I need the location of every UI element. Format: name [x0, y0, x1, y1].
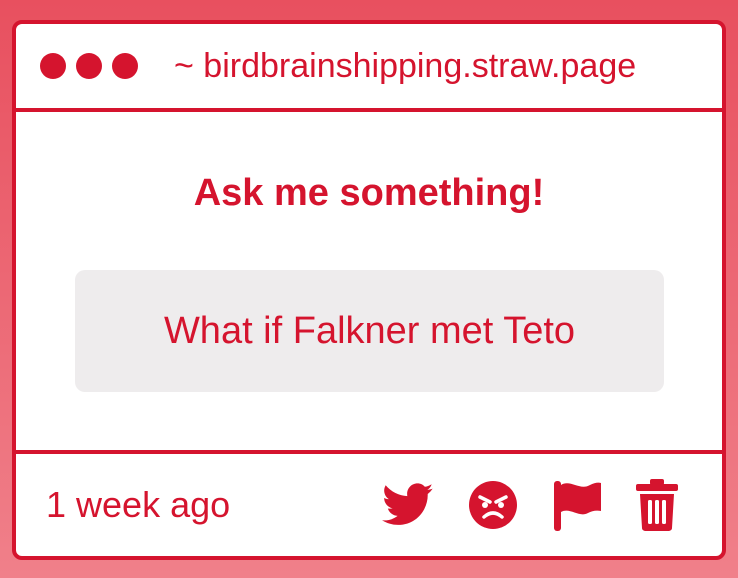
flag-icon[interactable]	[552, 479, 602, 531]
window-dot-1[interactable]	[40, 53, 66, 79]
question-box: What if Falkner met Teto	[75, 270, 664, 392]
footer: 1 week ago	[16, 450, 722, 556]
window-controls	[40, 53, 138, 79]
twitter-icon[interactable]	[382, 483, 434, 527]
action-icons	[382, 479, 678, 531]
main-content: Ask me something! What if Falkner met Te…	[16, 112, 722, 454]
question-text: What if Falkner met Teto	[163, 309, 576, 352]
angry-face-icon[interactable]	[468, 480, 518, 530]
window: ~ birdbrainshipping.straw.page Ask me so…	[12, 20, 726, 560]
page-title: Ask me something!	[193, 172, 545, 214]
timestamp: 1 week ago	[46, 484, 231, 525]
trash-icon[interactable]	[636, 479, 678, 531]
window-dot-3[interactable]	[112, 53, 138, 79]
title-bar: ~ birdbrainshipping.straw.page	[16, 24, 722, 112]
window-dot-2[interactable]	[76, 53, 102, 79]
page-url: ~ birdbrainshipping.straw.page	[174, 46, 637, 85]
